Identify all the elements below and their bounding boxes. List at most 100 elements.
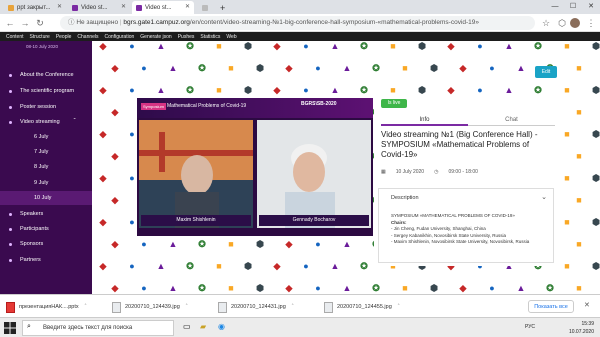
page-title: Video streaming №1 (Big Conference Hall)…: [381, 130, 538, 159]
sidebar-item-9-july[interactable]: 9 July: [0, 176, 92, 190]
sidebar-item-video-streaming[interactable]: Video streaming ˆ: [0, 115, 92, 129]
admin-item[interactable]: Pushes: [178, 34, 195, 40]
system-clock[interactable]: 15:39 10.07.2020: [569, 320, 594, 336]
more-menu-icon[interactable]: ⋮: [585, 17, 597, 29]
close-tab-icon[interactable]: ✕: [185, 3, 190, 10]
sponsor-logo-icon: ✪: [198, 239, 206, 249]
sidebar-item-6-july[interactable]: 6 July: [0, 130, 92, 144]
sidebar-item-about[interactable]: About the Conference: [0, 68, 92, 82]
close-icon[interactable]: ✕: [584, 301, 590, 309]
stream-time: 09:00 - 18:00: [448, 169, 478, 175]
sponsor-logo-icon: ■: [228, 239, 234, 249]
close-window-icon[interactable]: ✕: [582, 0, 600, 14]
download-item[interactable]: презентацияНАК....pptx ˆ: [6, 301, 86, 313]
description-label: Description: [391, 195, 419, 201]
admin-item[interactable]: Generate json: [140, 34, 171, 40]
video-player[interactable]: Symposium Mathematical Problems of Covid…: [137, 98, 373, 236]
download-item[interactable]: 20200710_124439.jpg ˆ: [112, 301, 188, 313]
forward-icon[interactable]: →: [19, 17, 31, 29]
description-accordion[interactable]: Description ⌄ SYMPOSIUM «MATHEMATICAL PR…: [378, 188, 554, 263]
os-taskbar: Введите здесь текст для поиска ⌕ ▭ ▰ ◉ Р…: [0, 317, 600, 337]
sponsor-logo-icon: ■: [576, 283, 582, 293]
browser-tab-2[interactable]: Video st... ✕: [68, 1, 130, 14]
clock-date: 10.07.2020: [568, 329, 594, 335]
chevron-up-icon: ˆ: [73, 119, 76, 125]
download-name: 20200710_124431.jpg: [231, 304, 286, 310]
file-explorer-icon[interactable]: ▰: [200, 322, 206, 331]
admin-item[interactable]: Web: [226, 34, 236, 40]
sponsor-logo-icon: ◆: [111, 283, 119, 293]
sidebar-item-poster[interactable]: Poster session: [0, 100, 92, 114]
admin-item[interactable]: People: [56, 34, 72, 40]
download-item[interactable]: 20200710_124431.jpg ˆ: [218, 301, 294, 313]
admin-item[interactable]: Channels: [77, 34, 98, 40]
browser-tab-3-active[interactable]: Video st... ✕: [132, 1, 194, 14]
browser-icon[interactable]: ◉: [218, 322, 225, 331]
tab-favicon-icon: [202, 4, 208, 11]
sponsor-logo-icon: ✪: [186, 41, 194, 51]
sponsor-logo-icon: ▲: [342, 63, 352, 73]
sidebar: 08-10 July 2020 About the Conference The…: [0, 41, 92, 294]
windows-start-icon[interactable]: [4, 322, 16, 334]
sponsor-logo-icon: ▲: [168, 283, 178, 293]
download-item[interactable]: 20200710_124455.jpg ˆ: [324, 301, 400, 313]
sponsor-logo-icon: ●: [315, 283, 321, 293]
chevron-down-icon[interactable]: ⌄: [541, 193, 547, 201]
url-input[interactable]: ⓘ Не защищено | bgrs.gate1.campuz.org/en…: [60, 16, 535, 30]
bullet-icon: [9, 105, 12, 109]
sidebar-item-label: 9 July: [34, 180, 49, 186]
admin-item[interactable]: Content: [6, 34, 24, 40]
sponsor-logo-icon: ▲: [156, 41, 166, 51]
tab-favicon-icon: [136, 4, 142, 11]
sidebar-item-label: About the Conference: [20, 72, 74, 78]
sidebar-item-7-july[interactable]: 7 July: [0, 145, 92, 159]
tab-label: Video st...: [145, 4, 172, 11]
sponsor-logo-icon: ■: [228, 283, 234, 293]
new-tab-button[interactable]: +: [218, 1, 230, 14]
chevron-up-icon[interactable]: ˆ: [85, 304, 87, 310]
close-tab-icon[interactable]: ✕: [121, 3, 126, 10]
sidebar-item-label: Speakers: [20, 211, 44, 217]
slide-badge: Symposium: [141, 103, 166, 110]
sponsor-logo-icon: ◆: [99, 217, 107, 227]
admin-item[interactable]: Structure: [30, 34, 50, 40]
back-icon[interactable]: ←: [4, 17, 16, 29]
speaker-video-left: Maxim Shishlenin: [139, 120, 253, 228]
extension-icon[interactable]: ⬡: [556, 17, 568, 29]
language-indicator[interactable]: РУС: [525, 324, 535, 330]
admin-item[interactable]: Configuration: [105, 34, 135, 40]
sidebar-item-label: Participants: [20, 226, 49, 232]
reload-icon[interactable]: ↻: [34, 17, 46, 29]
sidebar-item-8-july[interactable]: 8 July: [0, 160, 92, 174]
tab-info[interactable]: Info: [381, 114, 468, 126]
star-icon[interactable]: ☆: [540, 17, 552, 29]
sidebar-item-sponsors[interactable]: Sponsors: [0, 237, 92, 251]
tab-chat[interactable]: Chat: [468, 114, 555, 126]
browser-tab-1[interactable]: ррt закрыт... ✕: [4, 1, 66, 14]
sidebar-item-participants[interactable]: Participants: [0, 222, 92, 236]
admin-item[interactable]: Statistics: [200, 34, 220, 40]
sidebar-item-program[interactable]: The scientific program: [0, 84, 92, 98]
sidebar-item-label: Sponsors: [20, 241, 44, 247]
chevron-up-icon[interactable]: ˆ: [398, 304, 400, 310]
sidebar-item-partners[interactable]: Partners: [0, 253, 92, 267]
chevron-up-icon[interactable]: ˆ: [292, 304, 294, 310]
show-all-downloads-button[interactable]: Показать все: [528, 300, 574, 313]
sponsor-logo-icon: ●: [303, 261, 309, 271]
chevron-up-icon[interactable]: ˆ: [186, 304, 188, 310]
sponsor-logo-icon: ■: [402, 283, 408, 293]
maximize-icon[interactable]: ☐: [564, 0, 582, 14]
browser-tab-4[interactable]: [196, 1, 216, 14]
search-icon: ⌕: [27, 323, 31, 330]
minimize-icon[interactable]: —: [546, 0, 564, 14]
sidebar-item-10-july[interactable]: 10 July: [0, 191, 92, 205]
browser-tab-strip: ррt закрыт... ✕ Video st... ✕ Video st..…: [0, 0, 600, 14]
avatar[interactable]: [570, 18, 580, 28]
sponsor-logo-icon: ●: [141, 283, 147, 293]
taskbar-search-input[interactable]: Введите здесь текст для поиска: [22, 320, 174, 336]
sidebar-item-speakers[interactable]: Speakers: [0, 207, 92, 221]
edit-button[interactable]: Edit: [535, 66, 557, 78]
speaker-left-image: [139, 120, 253, 228]
close-tab-icon[interactable]: ✕: [57, 3, 62, 10]
task-view-icon[interactable]: ▭: [183, 322, 191, 331]
